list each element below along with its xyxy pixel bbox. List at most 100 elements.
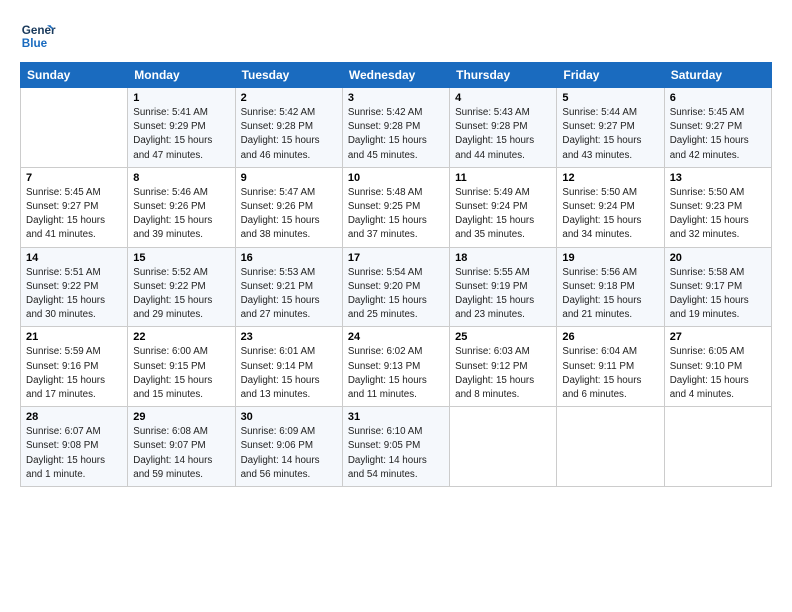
weekday-header-wednesday: Wednesday	[342, 63, 449, 88]
day-number: 24	[348, 331, 444, 343]
weekday-header-sunday: Sunday	[21, 63, 128, 88]
day-number: 3	[348, 92, 444, 104]
calendar-cell: 14Sunrise: 5:51 AM Sunset: 9:22 PM Dayli…	[21, 247, 128, 327]
day-number: 18	[455, 252, 551, 264]
cell-content: Sunrise: 6:05 AM Sunset: 9:10 PM Dayligh…	[670, 345, 766, 402]
calendar-cell: 13Sunrise: 5:50 AM Sunset: 9:23 PM Dayli…	[664, 167, 771, 247]
day-number: 19	[562, 252, 658, 264]
calendar-cell: 9 Sunrise: 5:47 AM Sunset: 9:26 PM Daylig…	[235, 167, 342, 247]
logo-icon: General Blue	[20, 18, 56, 54]
day-number: 12	[562, 172, 658, 184]
day-number: 11	[455, 172, 551, 184]
calendar-cell: 11 Sunrise: 5:49 AM Sunset: 9:24 PM Dayli…	[450, 167, 557, 247]
calendar-cell: 19 Sunrise: 5:56 AM Sunset: 9:18 PM Dayli…	[557, 247, 664, 327]
calendar-cell: 21 Sunrise: 5:59 AM Sunset: 9:16 PM Dayli…	[21, 327, 128, 407]
day-number: 14	[26, 252, 122, 264]
cell-content: Sunrise: 5:59 AM Sunset: 9:16 PM Dayligh…	[26, 345, 122, 402]
week-row-4: 21 Sunrise: 5:59 AM Sunset: 9:16 PM Dayli…	[21, 327, 772, 407]
cell-content: Sunrise: 6:08 AM Sunset: 9:07 PM Dayligh…	[133, 425, 229, 482]
cell-content: Sunrise: 5:50 AM Sunset: 9:23 PM Dayligh…	[670, 186, 766, 243]
cell-content: Sunrise: 5:45 AM Sunset: 9:27 PM Dayligh…	[670, 106, 766, 163]
cell-content: Sunrise: 5:42 AM Sunset: 9:28 PM Dayligh…	[241, 106, 337, 163]
weekday-header-saturday: Saturday	[664, 63, 771, 88]
day-number: 6	[670, 92, 766, 104]
weekday-header-row: SundayMondayTuesdayWednesdayThursdayFrid…	[21, 63, 772, 88]
calendar-cell: 15 Sunrise: 5:52 AM Sunset: 9:22 PM Dayli…	[128, 247, 235, 327]
day-number: 9	[241, 172, 337, 184]
cell-content: Sunrise: 5:56 AM Sunset: 9:18 PM Dayligh…	[562, 266, 658, 323]
cell-content: Sunrise: 6:02 AM Sunset: 9:13 PM Dayligh…	[348, 345, 444, 402]
calendar-cell: 20Sunrise: 5:58 AM Sunset: 9:17 PM Dayli…	[664, 247, 771, 327]
calendar-cell: 26 Sunrise: 6:04 AM Sunset: 9:11 PM Dayli…	[557, 327, 664, 407]
week-row-1: 1Sunrise: 5:41 AM Sunset: 9:29 PM Daylig…	[21, 88, 772, 168]
calendar-cell: 3 Sunrise: 5:42 AM Sunset: 9:28 PM Daylig…	[342, 88, 449, 168]
cell-content: Sunrise: 6:01 AM Sunset: 9:14 PM Dayligh…	[241, 345, 337, 402]
week-row-2: 7Sunrise: 5:45 AM Sunset: 9:27 PM Daylig…	[21, 167, 772, 247]
week-row-5: 28Sunrise: 6:07 AM Sunset: 9:08 PM Dayli…	[21, 407, 772, 487]
calendar-cell	[664, 407, 771, 487]
weekday-header-tuesday: Tuesday	[235, 63, 342, 88]
cell-content: Sunrise: 5:42 AM Sunset: 9:28 PM Dayligh…	[348, 106, 444, 163]
cell-content: Sunrise: 6:10 AM Sunset: 9:05 PM Dayligh…	[348, 425, 444, 482]
calendar-cell: 28Sunrise: 6:07 AM Sunset: 9:08 PM Dayli…	[21, 407, 128, 487]
calendar-table: SundayMondayTuesdayWednesdayThursdayFrid…	[20, 62, 772, 487]
calendar-cell: 18Sunrise: 5:55 AM Sunset: 9:19 PM Dayli…	[450, 247, 557, 327]
calendar-cell: 17 Sunrise: 5:54 AM Sunset: 9:20 PM Dayli…	[342, 247, 449, 327]
header: General Blue	[20, 18, 772, 54]
calendar-cell: 16 Sunrise: 5:53 AM Sunset: 9:21 PM Dayli…	[235, 247, 342, 327]
weekday-header-friday: Friday	[557, 63, 664, 88]
cell-content: Sunrise: 5:53 AM Sunset: 9:21 PM Dayligh…	[241, 266, 337, 323]
calendar-cell: 12Sunrise: 5:50 AM Sunset: 9:24 PM Dayli…	[557, 167, 664, 247]
svg-text:Blue: Blue	[22, 37, 48, 50]
cell-content: Sunrise: 5:43 AM Sunset: 9:28 PM Dayligh…	[455, 106, 551, 163]
day-number: 15	[133, 252, 229, 264]
cell-content: Sunrise: 5:52 AM Sunset: 9:22 PM Dayligh…	[133, 266, 229, 323]
cell-content: Sunrise: 5:48 AM Sunset: 9:25 PM Dayligh…	[348, 186, 444, 243]
cell-content: Sunrise: 6:00 AM Sunset: 9:15 PM Dayligh…	[133, 345, 229, 402]
cell-content: Sunrise: 5:49 AM Sunset: 9:24 PM Dayligh…	[455, 186, 551, 243]
calendar-cell: 6 Sunrise: 5:45 AM Sunset: 9:27 PM Daylig…	[664, 88, 771, 168]
day-number: 31	[348, 411, 444, 423]
cell-content: Sunrise: 5:41 AM Sunset: 9:29 PM Dayligh…	[133, 106, 229, 163]
calendar-cell	[450, 407, 557, 487]
logo: General Blue	[20, 18, 56, 54]
calendar-cell: 2 Sunrise: 5:42 AM Sunset: 9:28 PM Daylig…	[235, 88, 342, 168]
day-number: 21	[26, 331, 122, 343]
calendar-cell	[21, 88, 128, 168]
cell-content: Sunrise: 6:07 AM Sunset: 9:08 PM Dayligh…	[26, 425, 122, 482]
weekday-header-thursday: Thursday	[450, 63, 557, 88]
calendar-cell: 24 Sunrise: 6:02 AM Sunset: 9:13 PM Dayli…	[342, 327, 449, 407]
day-number: 25	[455, 331, 551, 343]
cell-content: Sunrise: 6:09 AM Sunset: 9:06 PM Dayligh…	[241, 425, 337, 482]
cell-content: Sunrise: 5:46 AM Sunset: 9:26 PM Dayligh…	[133, 186, 229, 243]
cell-content: Sunrise: 5:44 AM Sunset: 9:27 PM Dayligh…	[562, 106, 658, 163]
calendar-cell: 1Sunrise: 5:41 AM Sunset: 9:29 PM Daylig…	[128, 88, 235, 168]
calendar-cell: 25 Sunrise: 6:03 AM Sunset: 9:12 PM Dayli…	[450, 327, 557, 407]
week-row-3: 14Sunrise: 5:51 AM Sunset: 9:22 PM Dayli…	[21, 247, 772, 327]
day-number: 22	[133, 331, 229, 343]
cell-content: Sunrise: 5:54 AM Sunset: 9:20 PM Dayligh…	[348, 266, 444, 323]
calendar-cell: 7Sunrise: 5:45 AM Sunset: 9:27 PM Daylig…	[21, 167, 128, 247]
calendar-cell: 27 Sunrise: 6:05 AM Sunset: 9:10 PM Dayli…	[664, 327, 771, 407]
calendar-cell: 10 Sunrise: 5:48 AM Sunset: 9:25 PM Dayli…	[342, 167, 449, 247]
cell-content: Sunrise: 5:47 AM Sunset: 9:26 PM Dayligh…	[241, 186, 337, 243]
day-number: 8	[133, 172, 229, 184]
cell-content: Sunrise: 6:04 AM Sunset: 9:11 PM Dayligh…	[562, 345, 658, 402]
weekday-header-monday: Monday	[128, 63, 235, 88]
day-number: 7	[26, 172, 122, 184]
day-number: 2	[241, 92, 337, 104]
day-number: 23	[241, 331, 337, 343]
calendar-cell: 30Sunrise: 6:09 AM Sunset: 9:06 PM Dayli…	[235, 407, 342, 487]
calendar-cell: 5 Sunrise: 5:44 AM Sunset: 9:27 PM Daylig…	[557, 88, 664, 168]
day-number: 27	[670, 331, 766, 343]
day-number: 26	[562, 331, 658, 343]
day-number: 16	[241, 252, 337, 264]
calendar-cell: 8 Sunrise: 5:46 AM Sunset: 9:26 PM Daylig…	[128, 167, 235, 247]
day-number: 20	[670, 252, 766, 264]
day-number: 17	[348, 252, 444, 264]
cell-content: Sunrise: 6:03 AM Sunset: 9:12 PM Dayligh…	[455, 345, 551, 402]
calendar-cell: 22 Sunrise: 6:00 AM Sunset: 9:15 PM Dayli…	[128, 327, 235, 407]
day-number: 4	[455, 92, 551, 104]
day-number: 10	[348, 172, 444, 184]
day-number: 5	[562, 92, 658, 104]
